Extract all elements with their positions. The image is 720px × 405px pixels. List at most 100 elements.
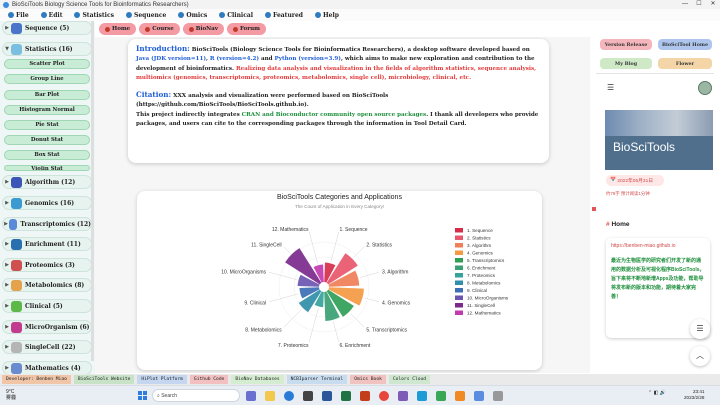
menu-omics[interactable]: Omics: [178, 12, 207, 19]
sidebar-category-singlecell[interactable]: ▶ SingleCell (22): [2, 340, 92, 354]
menu-hamburger-icon[interactable]: ☰: [607, 83, 614, 92]
system-tray[interactable]: ⌃ ◧ 🔊: [648, 390, 666, 396]
category-label: 8. Metabolomics: [245, 327, 282, 333]
bionav-link[interactable]: BioNav Databases: [231, 375, 284, 384]
clinical-category-icon: [11, 300, 22, 312]
post-body: 最近为生物医学的研究者们开发了新的通用的数据分析及可视化程序BioSciTool…: [611, 258, 705, 300]
taskbar-search[interactable]: ⌕ Search: [152, 389, 240, 402]
legend-entry: 4. Genomics: [467, 251, 493, 256]
close-button[interactable]: ✕: [706, 0, 720, 9]
scroll-top-button[interactable]: ︿: [690, 346, 710, 366]
sidebar-category-mathematics[interactable]: ▶ Mathematics (4): [2, 361, 92, 374]
legend-swatch: [455, 303, 463, 308]
menu-file[interactable]: File: [8, 12, 29, 19]
github-link[interactable]: Github Code: [189, 375, 229, 384]
categories-chart-card: BioSciTools Categories and Applications …: [137, 191, 542, 370]
post-stats: 约76字 预计阅读1分钟: [606, 191, 650, 196]
sidebar-category-enrichment[interactable]: ▶ Enrichment (11): [2, 237, 92, 251]
weather-widget[interactable]: 9°C 雾霾: [6, 389, 16, 401]
tab-bionav[interactable]: BioNav: [182, 23, 224, 35]
tab-home[interactable]: Home: [99, 23, 137, 35]
powerpoint-icon[interactable]: [360, 391, 370, 401]
sidebar-category-genomics[interactable]: ▶ Genomics (16): [2, 196, 92, 210]
hiplot-link[interactable]: HiPlot Platform: [137, 375, 187, 384]
colors-cloud-link[interactable]: Colors Cloud: [388, 375, 431, 384]
app-item-bar-plot[interactable]: Bar Plot: [4, 90, 90, 100]
sidebar-category-transcriptomics[interactable]: ▶ Transcriptomics (12): [2, 217, 92, 231]
leader-line: [283, 246, 291, 254]
menu-help[interactable]: Help: [314, 12, 339, 19]
settings-icon[interactable]: [493, 391, 503, 401]
sidebar-category-algorithm[interactable]: ▶ Algorithm (12): [2, 175, 92, 189]
chrome-icon[interactable]: [379, 391, 389, 401]
maximize-button[interactable]: ☐: [692, 0, 706, 9]
featured-icon: [265, 12, 272, 18]
collapse-arrow-icon: ▶: [5, 324, 9, 330]
ncbiparser-link[interactable]: NCBIparser Terminal: [286, 375, 348, 384]
divider: [596, 73, 714, 74]
metabolomics-category-icon: [11, 279, 22, 291]
start-icon[interactable]: [138, 391, 147, 400]
menu-edit[interactable]: Edit: [40, 12, 62, 19]
taskview-icon[interactable]: [246, 391, 256, 401]
category-label: 2. Statistics: [366, 243, 392, 249]
clock[interactable]: 23:41 2023/2/28: [684, 389, 704, 401]
file-icon: [8, 12, 14, 18]
store-icon[interactable]: [303, 391, 313, 401]
flower-button[interactable]: Flower: [658, 58, 712, 69]
sidebar-category-sequence[interactable]: ▶ Sequence (5): [2, 21, 92, 35]
legend-entry: 9. Clinical: [467, 288, 487, 293]
sidebar-scrollbar[interactable]: [91, 21, 94, 361]
rose-chart: 1. Sequence 2. Statistics 3. Algorithm 4. G…: [221, 227, 509, 349]
app-item-pie-stat[interactable]: Pie Stat: [4, 120, 90, 130]
category-label: 12. Mathematics: [272, 227, 309, 233]
menu-featured[interactable]: Featured: [265, 12, 303, 19]
category-label: 6. Enrichment: [340, 343, 371, 349]
leader-line: [353, 246, 365, 258]
collapse-arrow-icon: ▶: [5, 303, 9, 309]
sidebar-category-clinical[interactable]: ▶ Clinical (5): [2, 299, 92, 313]
sidebar-category-microorganism[interactable]: ▶ MicroOrganism (6): [2, 320, 92, 334]
tab-course[interactable]: Course: [139, 23, 180, 35]
explorer-icon[interactable]: [265, 391, 275, 401]
bioscitools-taskbar-icon[interactable]: [474, 391, 484, 401]
category-label: 9. Clinical: [244, 301, 266, 307]
leader-line: [268, 272, 297, 280]
bioscitool-home-button[interactable]: BioSciTool Home: [658, 39, 712, 50]
menu-statistics[interactable]: Statistics: [74, 12, 114, 19]
legend-swatch: [455, 288, 463, 293]
sidebar-category-statistics[interactable]: ▼ Statistics (16): [2, 42, 92, 56]
app-item-violin-stat[interactable]: Violin Stat: [4, 165, 90, 171]
my-blog-button[interactable]: My Blog: [600, 58, 652, 69]
legend-swatch: [455, 280, 463, 285]
app-item-donut-stat[interactable]: Donut Stat: [4, 135, 90, 145]
menu-sequence[interactable]: Sequence: [125, 12, 166, 19]
edge-icon[interactable]: [284, 391, 294, 401]
version-release-button[interactable]: Version Release: [600, 39, 652, 50]
app-item-scatter-plot[interactable]: Scatter Plot: [4, 59, 90, 69]
developer-link[interactable]: Developer: Benben Miao: [2, 375, 71, 384]
avatar[interactable]: [698, 81, 712, 95]
legend-swatch: [455, 265, 463, 270]
bionav-icon: [188, 26, 194, 32]
app-item-box-stat[interactable]: Box Stat: [4, 150, 90, 160]
excel-icon[interactable]: [341, 391, 351, 401]
omics-book-link[interactable]: Omics Book: [350, 375, 386, 384]
java-icon[interactable]: [455, 391, 465, 401]
website-link[interactable]: BioSciTools Website: [73, 375, 135, 384]
sidebar-category-proteomics[interactable]: ▶ Proteomics (3): [2, 258, 92, 272]
app-item-histogram-normal[interactable]: Histogram Normal: [4, 105, 90, 115]
vscode-icon[interactable]: [398, 391, 408, 401]
tab-forum[interactable]: Forum: [226, 23, 266, 35]
blog-link[interactable]: https://benben-miao.github.io: [611, 243, 705, 249]
legend-entry: 5. Transcriptomics: [467, 258, 505, 263]
word-icon[interactable]: [322, 391, 332, 401]
terminal-icon[interactable]: [417, 391, 427, 401]
wechat-icon[interactable]: [436, 391, 446, 401]
minimize-button[interactable]: —: [678, 0, 692, 9]
menu-clinical[interactable]: Clinical: [219, 12, 253, 19]
sidebar-category-metabolomics[interactable]: ▶ Metabolomics (8): [2, 278, 92, 292]
app-item-group-line[interactable]: Group Line: [4, 74, 90, 84]
collapse-arrow-icon: ▶: [5, 282, 9, 288]
toc-button[interactable]: ☰: [690, 319, 710, 339]
